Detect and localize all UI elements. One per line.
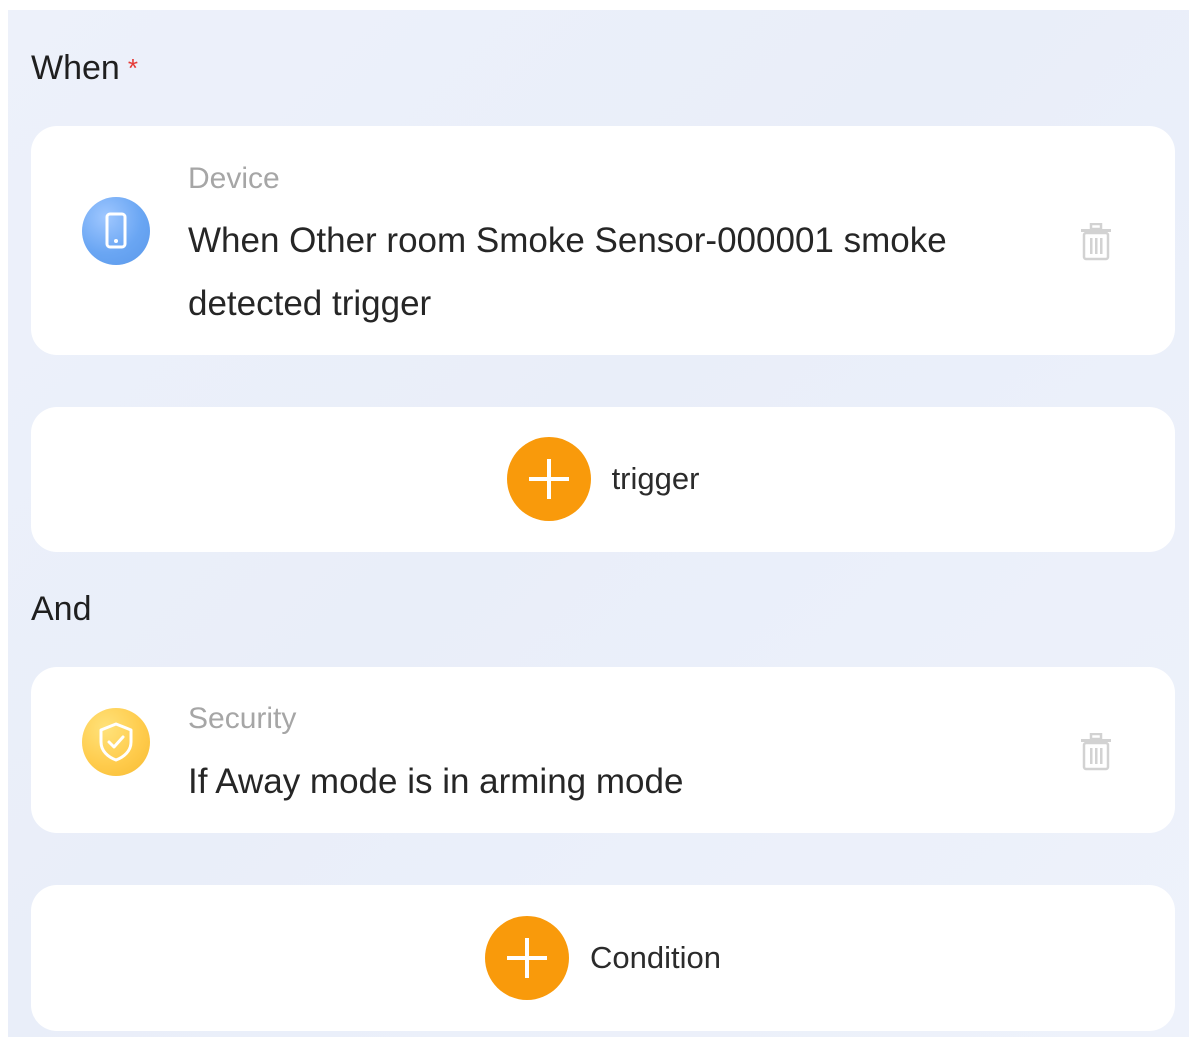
condition-description: If Away mode is in arming mode xyxy=(188,762,684,801)
add-condition-label: Condition xyxy=(590,940,721,975)
trigger-description: When Other room Smoke Sensor-000001 smok… xyxy=(188,221,947,323)
shield-check-icon xyxy=(82,708,150,776)
add-condition-card[interactable]: Condition xyxy=(31,885,1175,1031)
scene-editor-panel: When * Device When Other room Smoke Senso… xyxy=(8,10,1189,1037)
add-trigger-button[interactable]: trigger xyxy=(506,437,700,521)
phone-device-icon xyxy=(82,197,150,265)
plus-icon xyxy=(485,916,569,1000)
when-title-text: When xyxy=(31,49,120,87)
plus-icon xyxy=(506,437,591,521)
condition-item-card[interactable]: Security If Away mode is in arming mode xyxy=(31,667,1175,833)
delete-trigger-trash-icon[interactable] xyxy=(1079,222,1113,261)
trigger-category-label: Device xyxy=(188,162,280,195)
add-trigger-card[interactable]: trigger xyxy=(31,407,1175,552)
and-section-title: And xyxy=(31,590,92,628)
condition-category-label: Security xyxy=(188,702,297,735)
when-section-title: When * xyxy=(31,48,138,88)
add-trigger-label: trigger xyxy=(611,461,700,496)
add-condition-button[interactable]: Condition xyxy=(485,916,721,1000)
trigger-item-card[interactable]: Device When Other room Smoke Sensor-0000… xyxy=(31,126,1175,355)
required-mark: * xyxy=(127,53,138,83)
delete-condition-trash-icon[interactable] xyxy=(1079,732,1113,771)
